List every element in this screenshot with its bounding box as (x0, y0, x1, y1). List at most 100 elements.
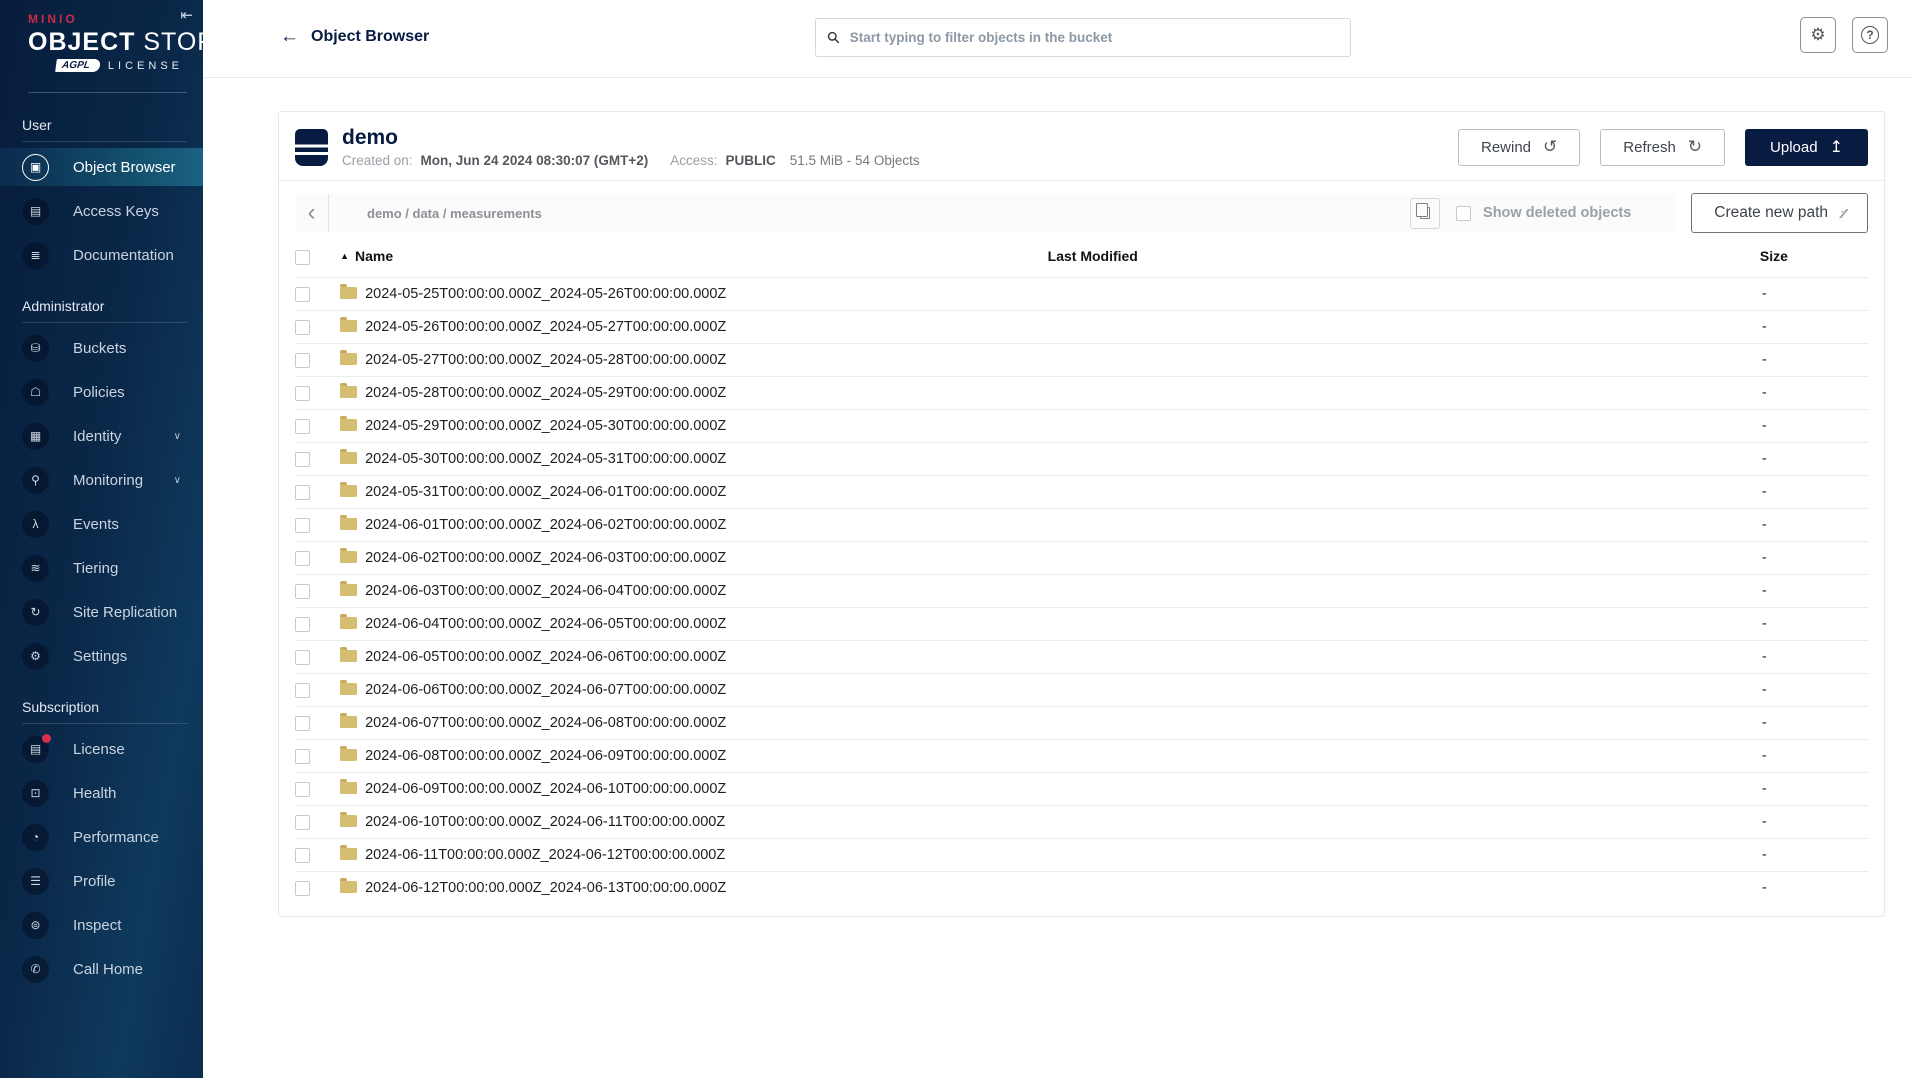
row-checkbox[interactable] (295, 583, 310, 599)
sidebar-item-identity[interactable]: ▦ Identity ∨ (0, 417, 203, 455)
settings-button[interactable]: ⚙ (1800, 17, 1836, 53)
row-checkbox[interactable] (295, 880, 310, 896)
row-checkbox[interactable] (295, 748, 310, 764)
table-row[interactable]: 2024-06-02T00:00:00.000Z_2024-06-03T00:0… (295, 540, 1868, 575)
row-checkbox[interactable] (295, 484, 310, 500)
bucket-texts: demo Created on: Mon, Jun 24 2024 08:30:… (342, 126, 1458, 168)
table-row[interactable]: 2024-05-29T00:00:00.000Z_2024-05-30T00:0… (295, 408, 1868, 443)
table-row[interactable]: 2024-06-03T00:00:00.000Z_2024-06-04T00:0… (295, 573, 1868, 608)
help-button[interactable]: ? (1852, 17, 1888, 53)
sidebar-item-site-replication[interactable]: ↻ Site Replication (0, 593, 203, 631)
table-row[interactable]: 2024-06-07T00:00:00.000Z_2024-06-08T00:0… (295, 705, 1868, 740)
sidebar-item-policies[interactable]: ☖ Policies (0, 373, 203, 411)
sidebar-item-license[interactable]: ▤ License (0, 730, 203, 768)
object-name-cell[interactable]: 2024-06-04T00:00:00.000Z_2024-06-05T00:0… (340, 606, 1048, 641)
column-header-last-modified[interactable]: Last Modified (1048, 238, 1745, 277)
object-name-cell[interactable]: 2024-06-07T00:00:00.000Z_2024-06-08T00:0… (340, 705, 1048, 740)
object-name-cell[interactable]: 2024-05-27T00:00:00.000Z_2024-05-28T00:0… (340, 342, 1048, 377)
table-row[interactable]: 2024-05-26T00:00:00.000Z_2024-05-27T00:0… (295, 309, 1868, 344)
row-checkbox[interactable] (295, 385, 310, 401)
row-checkbox[interactable] (295, 616, 310, 632)
object-name-cell[interactable]: 2024-05-25T00:00:00.000Z_2024-05-26T00:0… (340, 276, 1048, 311)
object-name-cell[interactable]: 2024-06-02T00:00:00.000Z_2024-06-03T00:0… (340, 540, 1048, 575)
row-checkbox[interactable] (295, 682, 310, 698)
object-name-cell[interactable]: 2024-06-10T00:00:00.000Z_2024-06-11T00:0… (340, 804, 1048, 839)
object-name-cell[interactable]: 2024-05-28T00:00:00.000Z_2024-05-29T00:0… (340, 375, 1048, 410)
object-name-cell[interactable]: 2024-06-01T00:00:00.000Z_2024-06-02T00:0… (340, 507, 1048, 542)
create-new-path-button[interactable]: Create new path :∕∕ (1691, 193, 1868, 234)
row-checkbox[interactable] (295, 286, 310, 302)
search-input[interactable] (849, 30, 1338, 45)
select-all-checkbox[interactable] (295, 249, 310, 265)
sidebar-item-access-keys[interactable]: ▤ Access Keys (0, 192, 203, 230)
table-row[interactable]: 2024-06-12T00:00:00.000Z_2024-06-13T00:0… (295, 870, 1868, 905)
sidebar-item-performance[interactable]: ◔ Performance (0, 818, 203, 856)
show-deleted-checkbox[interactable] (1456, 205, 1472, 221)
row-checkbox[interactable] (295, 352, 310, 368)
object-name: 2024-06-07T00:00:00.000Z_2024-06-08T00:0… (365, 714, 727, 731)
rewind-button-label: Rewind (1480, 138, 1532, 156)
row-checkbox[interactable] (295, 814, 310, 830)
table-row[interactable]: 2024-05-31T00:00:00.000Z_2024-06-01T00:0… (295, 474, 1868, 509)
row-checkbox[interactable] (295, 649, 310, 665)
breadcrumb-back-button[interactable]: ‹ (295, 194, 329, 233)
row-checkbox[interactable] (295, 781, 310, 797)
table-row[interactable]: 2024-05-30T00:00:00.000Z_2024-05-31T00:0… (295, 441, 1868, 476)
column-header-name[interactable]: ▲ Name (340, 238, 1048, 277)
table-row[interactable]: 2024-06-10T00:00:00.000Z_2024-06-11T00:0… (295, 804, 1868, 839)
logo-brand-text: MINIO (28, 12, 78, 26)
table-row[interactable]: 2024-06-11T00:00:00.000Z_2024-06-12T00:0… (295, 837, 1868, 872)
row-checkbox[interactable] (295, 319, 310, 335)
object-name-cell[interactable]: 2024-06-12T00:00:00.000Z_2024-06-13T00:0… (340, 870, 1048, 905)
column-header-size[interactable]: Size (1745, 238, 1868, 277)
object-name-cell[interactable]: 2024-06-09T00:00:00.000Z_2024-06-10T00:0… (340, 771, 1048, 806)
chevron-down-icon[interactable]: ∨ (174, 431, 181, 442)
table-row[interactable]: 2024-06-06T00:00:00.000Z_2024-06-07T00:0… (295, 672, 1868, 707)
sidebar-item-buckets[interactable]: ⛁ Buckets (0, 329, 203, 367)
object-name-cell[interactable]: 2024-05-31T00:00:00.000Z_2024-06-01T00:0… (340, 474, 1048, 509)
table-row[interactable]: 2024-06-09T00:00:00.000Z_2024-06-10T00:0… (295, 771, 1868, 806)
row-checkbox[interactable] (295, 550, 310, 566)
row-checkbox[interactable] (295, 451, 310, 467)
table-row[interactable]: 2024-06-04T00:00:00.000Z_2024-06-05T00:0… (295, 606, 1868, 641)
sidebar-item-events[interactable]: λ Events (0, 505, 203, 543)
table-row[interactable]: 2024-06-08T00:00:00.000Z_2024-06-09T00:0… (295, 738, 1868, 773)
sidebar-item-object-browser[interactable]: ▣ Object Browser (0, 148, 203, 186)
rewind-button[interactable]: Rewind ↺ (1457, 128, 1581, 166)
sidebar-item-settings[interactable]: ⚙ Settings (0, 637, 203, 675)
chevron-down-icon[interactable]: ∨ (174, 475, 181, 486)
object-name-cell[interactable]: 2024-06-05T00:00:00.000Z_2024-06-06T00:0… (340, 639, 1048, 674)
sidebar-item-inspect[interactable]: ⊜ Inspect (0, 906, 203, 944)
upload-button[interactable]: Upload ↥ (1745, 128, 1868, 166)
object-name-cell[interactable]: 2024-06-06T00:00:00.000Z_2024-06-07T00:0… (340, 672, 1048, 707)
row-checkbox[interactable] (295, 517, 310, 533)
object-name-cell[interactable]: 2024-06-03T00:00:00.000Z_2024-06-04T00:0… (340, 573, 1048, 608)
object-name-cell[interactable]: 2024-05-26T00:00:00.000Z_2024-05-27T00:0… (340, 309, 1048, 344)
back-arrow-icon[interactable]: ← (280, 26, 299, 48)
object-name-cell[interactable]: 2024-06-08T00:00:00.000Z_2024-06-09T00:0… (340, 738, 1048, 773)
collapse-sidebar-icon[interactable]: ⇤ (180, 6, 193, 24)
object-name: 2024-06-09T00:00:00.000Z_2024-06-10T00:0… (365, 780, 727, 797)
object-name-cell[interactable]: 2024-05-30T00:00:00.000Z_2024-05-31T00:0… (340, 441, 1048, 476)
refresh-button[interactable]: Refresh ↻ (1600, 128, 1726, 166)
table-row[interactable]: 2024-05-28T00:00:00.000Z_2024-05-29T00:0… (295, 375, 1868, 410)
table-row[interactable]: 2024-06-01T00:00:00.000Z_2024-06-02T00:0… (295, 507, 1868, 542)
copy-path-button[interactable] (1410, 197, 1441, 229)
sidebar-item-monitoring[interactable]: ⚲ Monitoring ∨ (0, 461, 203, 499)
sidebar-item-health[interactable]: ⊡ Health (0, 774, 203, 812)
object-name-cell[interactable]: 2024-06-11T00:00:00.000Z_2024-06-12T00:0… (340, 837, 1048, 872)
table-row[interactable]: 2024-05-25T00:00:00.000Z_2024-05-26T00:0… (295, 276, 1868, 311)
table-row[interactable]: 2024-06-05T00:00:00.000Z_2024-06-06T00:0… (295, 639, 1868, 674)
table-row[interactable]: 2024-05-27T00:00:00.000Z_2024-05-28T00:0… (295, 342, 1868, 377)
sidebar-item-tiering[interactable]: ≋ Tiering (0, 549, 203, 587)
object-name-cell[interactable]: 2024-05-29T00:00:00.000Z_2024-05-30T00:0… (340, 408, 1048, 443)
row-checkbox[interactable] (295, 715, 310, 731)
sidebar-item-profile[interactable]: ☰ Profile (0, 862, 203, 900)
row-checkbox[interactable] (295, 847, 310, 863)
last-modified-cell (1047, 705, 1745, 740)
access-value[interactable]: PUBLIC (726, 153, 776, 168)
sidebar-item-documentation[interactable]: ≣ Documentation (0, 236, 203, 274)
sidebar-item-call-home[interactable]: ✆ Call Home (0, 950, 203, 988)
breadcrumb[interactable]: demo / data / measurements (329, 206, 1410, 221)
row-checkbox[interactable] (295, 418, 310, 434)
